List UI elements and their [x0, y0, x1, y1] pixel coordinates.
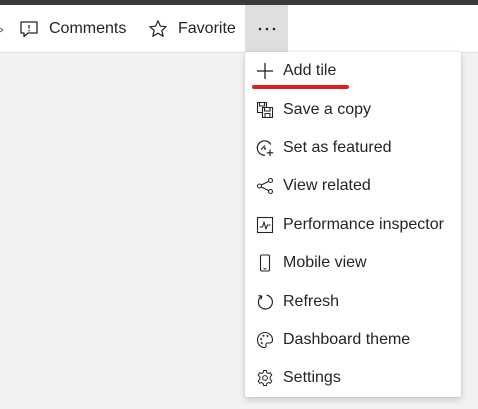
- menu-item-label: Mobile view: [283, 254, 367, 272]
- performance-icon: [255, 215, 275, 235]
- menu-item-label: Save a copy: [283, 100, 372, 118]
- comments-button[interactable]: Comments: [19, 5, 126, 52]
- menu-item-performance-inspector[interactable]: Performance inspector: [245, 206, 461, 244]
- menu-item-save-copy[interactable]: Save a copy: [245, 90, 461, 128]
- menu-item-label: Dashboard theme: [283, 330, 411, 348]
- menu-item-mobile-view[interactable]: Mobile view: [245, 244, 461, 282]
- favorite-label: Favorite: [178, 19, 236, 37]
- palette-icon: [255, 330, 275, 350]
- related-icon: [255, 176, 275, 196]
- menu-item-label: Add tile: [283, 62, 337, 80]
- refresh-icon: [255, 292, 275, 312]
- menu-item-label: Performance inspector: [283, 215, 444, 233]
- menu-item-refresh[interactable]: Refresh: [245, 282, 461, 320]
- menu-item-label: Settings: [283, 369, 341, 387]
- toolbar: Comments Favorite: [0, 5, 478, 53]
- menu-item-dashboard-theme[interactable]: Dashboard theme: [245, 321, 461, 359]
- featured-icon: [255, 138, 275, 158]
- menu-item-view-related[interactable]: View related: [245, 167, 461, 205]
- menu-item-label: Refresh: [283, 292, 340, 310]
- menu-item-set-featured[interactable]: Set as featured: [245, 129, 461, 167]
- star-icon: [149, 19, 167, 37]
- menu-item-settings[interactable]: Settings: [245, 359, 461, 397]
- ellipsis-icon: [258, 27, 275, 30]
- chevron-partial-icon: [0, 27, 3, 33]
- favorite-button[interactable]: Favorite: [148, 5, 236, 52]
- more-options-menu: Add tile Save a copy Set as featured Vie…: [245, 52, 461, 397]
- comments-label: Comments: [49, 19, 127, 37]
- mobile-icon: [255, 253, 275, 273]
- menu-item-label: View related: [283, 177, 371, 195]
- comment-icon: [20, 20, 38, 37]
- plus-icon: [255, 61, 275, 81]
- red-underline-annotation: [252, 85, 349, 89]
- menu-item-label: Set as featured: [283, 138, 392, 156]
- more-options-button[interactable]: [245, 5, 288, 52]
- gear-icon: [255, 368, 275, 388]
- save-copy-icon: [255, 100, 275, 120]
